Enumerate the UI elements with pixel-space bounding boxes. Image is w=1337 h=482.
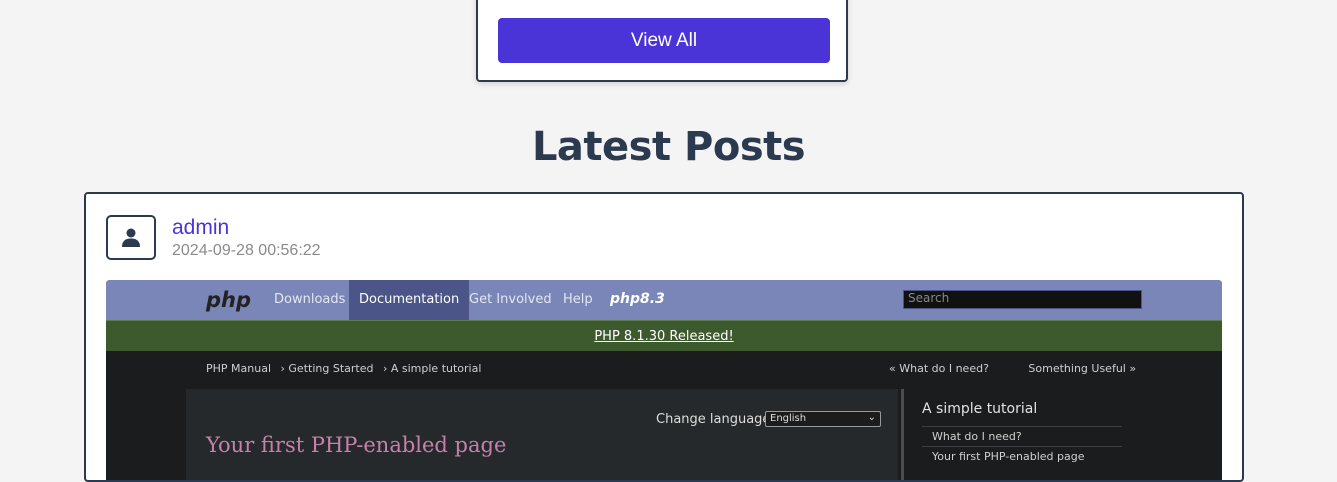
section-title: Latest Posts xyxy=(531,124,806,170)
post-date: 2024-09-28 00:56:22 xyxy=(172,242,321,259)
sidebar-item: What do I need? xyxy=(922,426,1122,446)
breadcrumb: PHP Manual › Getting Started › A simple … xyxy=(206,362,487,375)
change-language-label: Change language: xyxy=(656,412,775,427)
user-icon xyxy=(122,228,140,247)
post-screenshot[interactable]: php Downloads Documentation Get Involved… xyxy=(106,280,1222,480)
prev-link: « What do I need? xyxy=(889,362,989,375)
breadcrumb-item: › A simple tutorial xyxy=(382,362,482,375)
post-card: admin 2024-09-28 00:56:22 php Downloads … xyxy=(84,192,1244,482)
chevron-down-icon: ⌄ xyxy=(867,412,876,423)
content-panel: Change language: English ⌄ Your first PH… xyxy=(186,389,898,480)
php-nav-bar: php Downloads Documentation Get Involved… xyxy=(106,280,1222,320)
breadcrumb-item: PHP Manual xyxy=(206,362,272,375)
php-logo: php xyxy=(206,288,252,312)
prev-next-links: « What do I need? Something Useful » xyxy=(889,362,1136,375)
nav-item-get-involved: Get Involved xyxy=(469,292,552,307)
avatar[interactable] xyxy=(106,215,156,260)
php-version-logo: php8.3 xyxy=(610,291,665,307)
language-select: English ⌄ xyxy=(765,411,881,427)
sidebar-title: A simple tutorial xyxy=(922,401,1038,417)
breadcrumb-item: › Getting Started xyxy=(280,362,374,375)
view-all-button[interactable]: View All xyxy=(498,18,830,63)
nav-item-downloads: Downloads xyxy=(274,292,346,307)
release-banner: PHP 8.1.30 Released! xyxy=(106,320,1222,351)
php-search-box: Search xyxy=(903,290,1142,309)
sidebar-divider xyxy=(901,389,904,480)
post-author-link[interactable]: admin xyxy=(172,216,229,240)
next-link: Something Useful » xyxy=(1028,362,1137,375)
nav-item-documentation: Documentation xyxy=(349,280,470,320)
top-card: View All xyxy=(476,0,848,82)
sidebar-item: Your first PHP-enabled page xyxy=(922,446,1122,466)
nav-item-help: Help xyxy=(563,292,593,307)
language-value: English xyxy=(770,413,807,424)
page-heading: Your first PHP-enabled page xyxy=(206,433,507,457)
release-link: PHP 8.1.30 Released! xyxy=(594,328,734,344)
